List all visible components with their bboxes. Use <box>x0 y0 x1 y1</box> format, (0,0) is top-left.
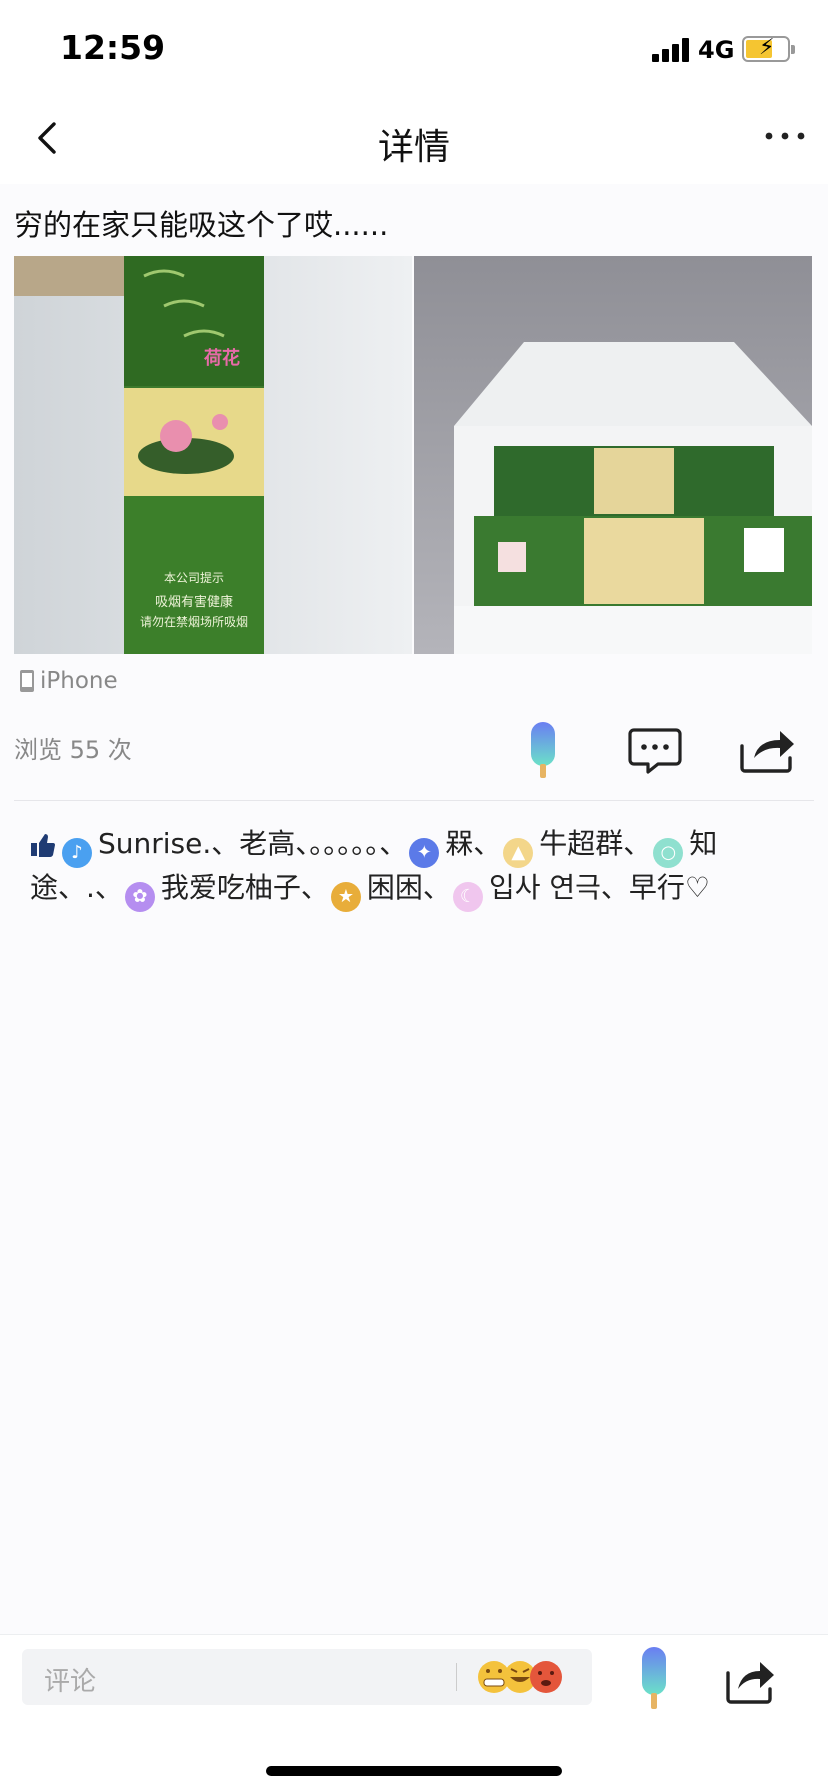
comment-button[interactable] <box>620 720 690 780</box>
pack-warning-2: 吸烟有害健康 <box>155 594 233 610</box>
bottom-like-button[interactable] <box>636 1645 672 1717</box>
popsicle-like-icon <box>531 722 555 778</box>
status-bar: 12:59 4G ⚡ <box>0 0 828 96</box>
more-button[interactable] <box>760 114 810 158</box>
battery-icon: ⚡ <box>742 35 795 62</box>
moon-avatar-icon[interactable]: ☾ <box>452 882 483 912</box>
liker-name[interactable]: Sunrise.、老高、。。。。。、 <box>98 827 407 860</box>
more-icon <box>765 132 805 140</box>
post-image-2[interactable] <box>414 256 812 654</box>
liker-name[interactable]: 牛超群、 <box>539 827 651 860</box>
cigarette-box-photo <box>414 256 812 654</box>
liker-name[interactable]: 途、.、 <box>30 871 123 904</box>
device-source: iPhone <box>18 668 118 694</box>
comment-icon <box>628 728 682 774</box>
liker-name[interactable]: 입사 연극、早行♡ <box>489 871 710 904</box>
bottom-share-button[interactable] <box>724 1655 776 1707</box>
star-avatar-icon[interactable]: ★ <box>330 882 361 912</box>
page-title: 详情 <box>377 127 450 168</box>
navigation-bar: 详情 <box>0 96 828 184</box>
signal-icon <box>652 38 692 62</box>
emoji-button[interactable] <box>474 1655 594 1699</box>
device-label: iPhone <box>40 668 118 694</box>
likes-line-1: ♪ Sunrise.、老高、。。。。。、 ✦ 槑、 ▲ 牛超群、 ○ 知 <box>30 824 800 868</box>
svg-text:荷花: 荷花 <box>204 347 240 369</box>
divider <box>14 800 814 801</box>
popsicle-like-icon <box>642 1647 666 1709</box>
phone-icon <box>20 670 34 692</box>
bird-avatar-icon[interactable]: ✦ <box>409 838 440 868</box>
liker-name[interactable]: 我爱吃柚子、 <box>161 871 329 904</box>
home-indicator <box>266 1766 562 1776</box>
share-icon <box>726 1662 774 1704</box>
post-text: 穷的在家只能吸这个了哎...... <box>14 208 389 242</box>
cigarette-pack-photo: 荷花 本公司提示 吸烟有害健康 请勿在禁烟场所吸烟 <box>14 256 412 654</box>
status-time: 12:59 <box>60 28 166 67</box>
pack-warning-1: 本公司提示 <box>164 570 224 585</box>
thumbs-up-icon <box>31 834 55 857</box>
input-separator <box>456 1663 457 1691</box>
post-image-1[interactable]: 荷花 本公司提示 吸烟有害健康 请勿在禁烟场所吸烟 <box>14 256 412 654</box>
view-count: 浏览 55 次 <box>14 736 132 764</box>
comment-input[interactable]: 评论 <box>22 1649 592 1705</box>
share-button[interactable] <box>732 720 802 780</box>
fish-avatar-icon[interactable]: ✿ <box>124 882 155 912</box>
emoji-faces-icon <box>478 1661 562 1693</box>
triangle-avatar-icon[interactable]: ▲ <box>503 838 534 868</box>
likes-line-2: 途、.、 ✿ 我爱吃柚子、 ★ 困困、 ☾ 입사 연극、早行♡ <box>30 868 800 912</box>
share-icon <box>740 731 794 773</box>
comment-placeholder: 评论 <box>44 1667 97 1697</box>
liker-name[interactable]: 知 <box>689 827 717 860</box>
liker-name[interactable]: 困困、 <box>367 871 451 904</box>
likes-list: ♪ Sunrise.、老高、。。。。。、 ✦ 槑、 ▲ 牛超群、 ○ 知 途、.、 ✿ 我爱吃柚子… <box>30 824 800 912</box>
liker-name[interactable]: 槑、 <box>445 827 501 860</box>
network-label: 4G <box>698 36 735 64</box>
bell-avatar-icon[interactable]: ♪ <box>62 838 92 868</box>
pack-warning-3: 请勿在禁烟场所吸烟 <box>140 615 248 629</box>
like-button[interactable] <box>508 720 578 780</box>
circle-avatar-icon[interactable]: ○ <box>653 838 684 868</box>
